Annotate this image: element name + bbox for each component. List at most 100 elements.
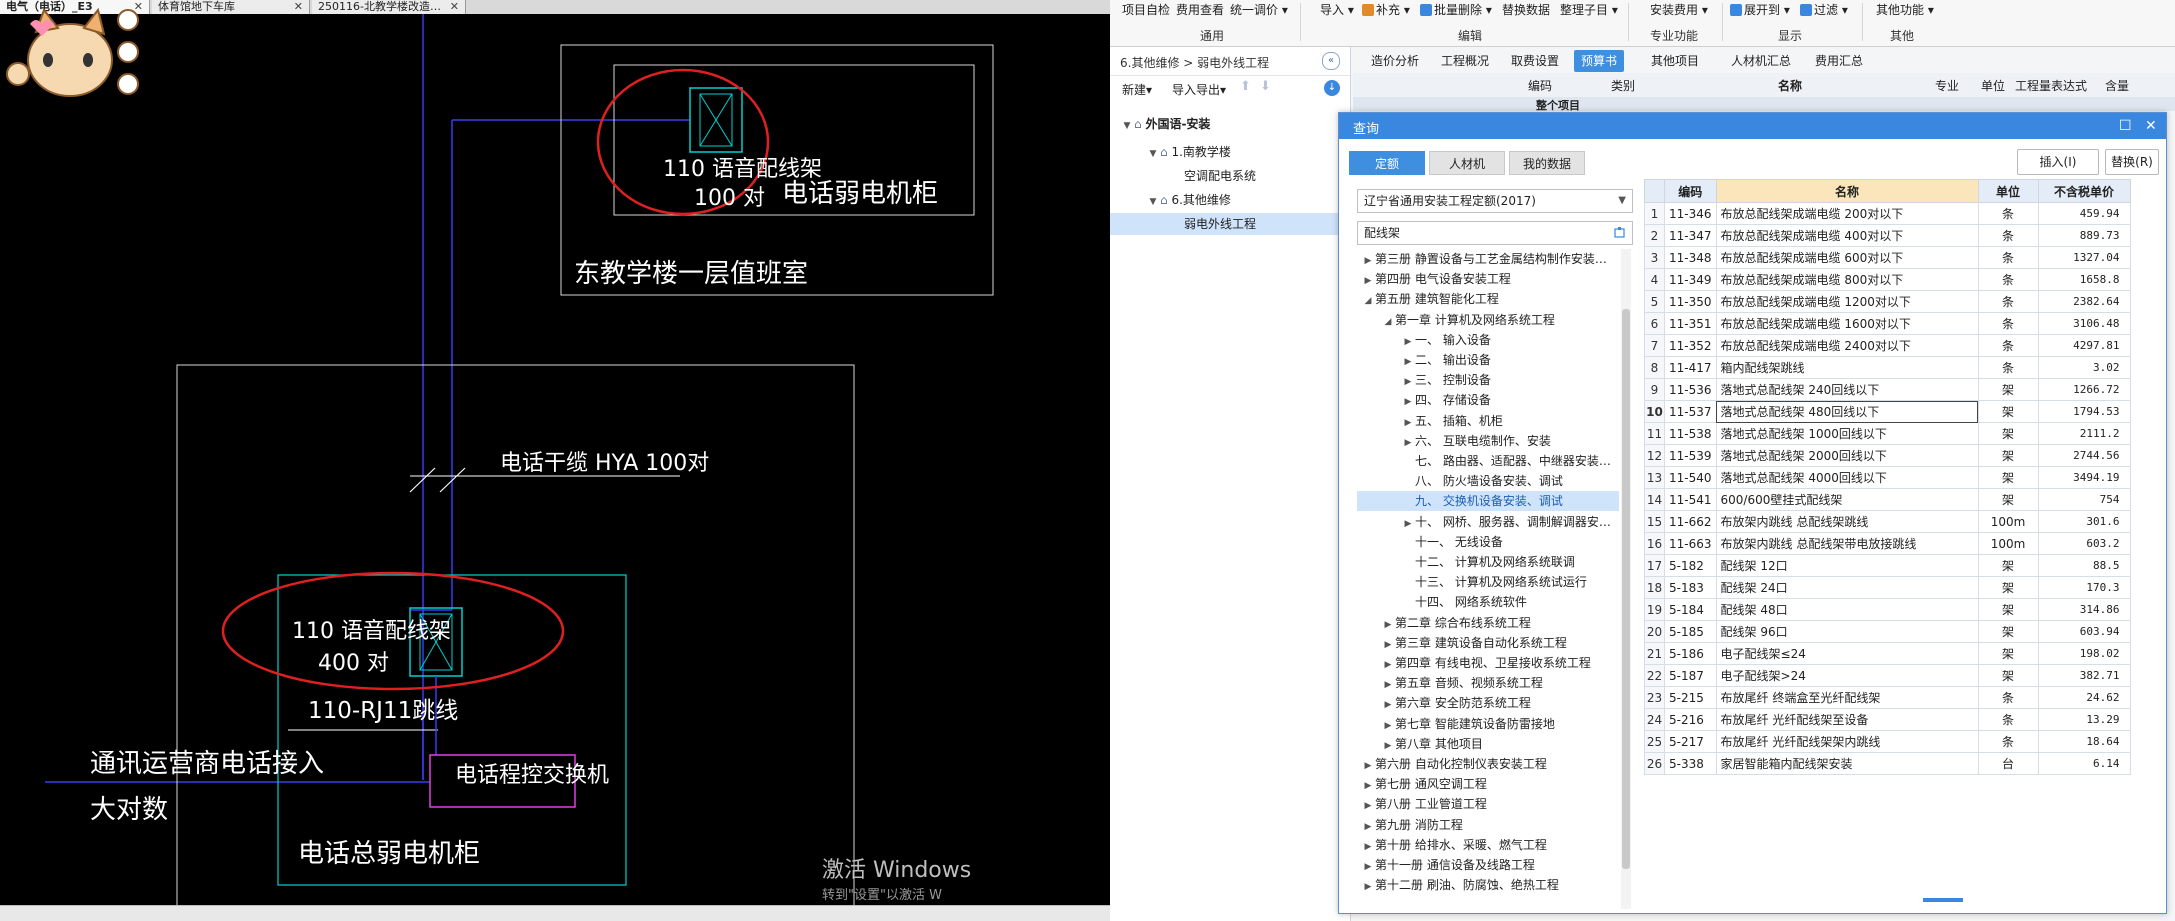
chevron-right-icon[interactable]: ▶ [1401,413,1415,431]
chevron-right-icon[interactable]: ▶ [1381,695,1395,713]
tree-node[interactable]: ▶ 第二章 综合布线系统工程 [1357,613,1619,633]
horizontal-scrollbar[interactable] [0,905,1110,921]
dialog-titlebar[interactable]: 查询 ☐ ✕ [1339,113,2166,139]
tree-item-root[interactable]: ▼ ⌂ 外国语-安装 [1110,113,1360,135]
chevron-right-icon[interactable]: ▶ [1361,271,1375,289]
tab-other-items[interactable]: 其他项目 [1644,50,1706,72]
tab-project-overview[interactable]: 工程概况 [1434,50,1496,72]
chevron-right-icon[interactable]: ▶ [1361,857,1375,875]
chevron-down-icon[interactable]: ▼ [1120,115,1134,137]
ribbon-expand-to[interactable]: 展开到 ▾ [1730,1,1790,18]
table-row[interactable]: 1 11-346 布放总配线架成端电缆 200对以下条 459.94 [1644,202,2131,225]
arrow-up-icon[interactable]: ⬆ [1240,79,1251,94]
chevron-right-icon[interactable]: ▶ [1361,796,1375,814]
grid-col-expression[interactable]: 工程量表达式 [2015,77,2087,94]
download-icon[interactable]: ↓ [1324,80,1340,96]
chevron-right-icon[interactable]: ▶ [1381,716,1395,734]
chevron-right-icon[interactable]: ▶ [1361,817,1375,835]
table-row[interactable]: 19 5-184 配线架 48口架 314.86 [1644,598,2131,621]
table-row[interactable]: 3 11-348 布放总配线架成端电缆 600对以下条 1327.04 [1644,246,2131,269]
grid-first-row[interactable]: 整个项目 [1353,97,2175,112]
chevron-right-icon[interactable]: ▶ [1361,251,1375,269]
ribbon-organize[interactable]: 整理子目 ▾ [1560,1,1618,18]
tree-node[interactable]: ▶ 一、 输入设备 [1357,330,1619,350]
table-row[interactable]: 7 11-352 布放总配线架成端电缆 2400对以下条 4297.81 [1644,334,2131,357]
tree-node[interactable]: 十四、 网络系统软件 [1357,592,1619,612]
tree-node[interactable]: 十三、 计算机及网络系统试运行 [1357,572,1619,592]
tree-node[interactable]: 七、 路由器、适配器、中继器安装… [1357,451,1619,471]
tree-node[interactable]: ▶ 六、 互联电缆制作、安装 [1357,431,1619,451]
table-row[interactable]: 5 11-350 布放总配线架成端电缆 1200对以下条 2382.64 [1644,290,2131,313]
grid-col-type[interactable]: 类别 [1611,77,1635,94]
col-name[interactable]: 名称 [1715,179,1979,203]
tab-fee-settings[interactable]: 取费设置 [1504,50,1566,72]
ribbon-replace-data[interactable]: 替换数据 [1502,1,1550,18]
table-row[interactable]: 21 5-186 电子配线架≤24 架 198.02 [1644,642,2131,665]
col-price[interactable]: 不含税单价 [2037,179,2131,203]
table-row[interactable]: 23 5-215 布放尾纤 终端盒至光纤配线架条 24.62 [1644,686,2131,709]
tree-node[interactable]: 十二、 计算机及网络系统联调 [1357,552,1619,572]
new-button[interactable]: 新建▾ [1122,81,1152,98]
cad-canvas[interactable]: 110 语音配线架 100 对 电话弱电机柜 东教学楼一层值班室 电话干缆 HY… [0,0,1110,921]
tree-node[interactable]: ▶ 第七章 智能建筑设备防雷接地 [1357,714,1619,734]
tree-node[interactable]: 十一、 无线设备 [1357,532,1619,552]
chevron-right-icon[interactable]: ▶ [1401,352,1415,370]
tree-node[interactable]: ▶ 四、 存储设备 [1357,390,1619,410]
chevron-right-icon[interactable]: ▶ [1381,675,1395,693]
ribbon-unified-adjust[interactable]: 统一调价 ▾ [1230,1,1288,18]
chevron-right-icon[interactable]: ▶ [1381,736,1395,754]
table-row[interactable]: 15 11-662 布放架内跳线 总配线架跳线 100m 301.6 [1644,510,2131,533]
chevron-right-icon[interactable]: ▶ [1361,756,1375,774]
table-row[interactable]: 12 11-539 落地式总配线架 2000回线以下架 2744.56 [1644,444,2131,467]
table-row[interactable]: 14 11-541 600/600壁挂式配线架架 754 [1644,488,2131,511]
table-scroll-indicator[interactable] [1923,898,1963,902]
tree-node[interactable]: ▶ 三、 控制设备 [1357,370,1619,390]
col-unit[interactable]: 单位 [1977,179,2039,203]
tree-scrollbar[interactable] [1621,249,1631,909]
chevron-down-icon[interactable]: ◢ [1381,312,1395,330]
quota-library-select[interactable]: 辽宁省通用安装工程定额(2017) ▼ [1357,189,1633,213]
table-row[interactable]: 22 5-187 电子配线架>24 架 382.71 [1644,664,2131,687]
table-row[interactable]: 17 5-182 配线架 12口架 88.5 [1644,554,2131,577]
close-icon[interactable]: ✕ [450,0,459,14]
ribbon-import[interactable]: 导入 ▾ [1320,1,1354,18]
ribbon-other-functions[interactable]: 其他功能 ▾ [1876,1,1934,18]
chevron-right-icon[interactable]: ▶ [1401,392,1415,410]
tab-fee-summary[interactable]: 费用汇总 [1808,50,1870,72]
tab-labor-material[interactable]: 人材机 [1429,151,1505,175]
table-row[interactable]: 4 11-349 布放总配线架成端电缆 800对以下条 1658.8 [1644,268,2131,291]
chevron-right-icon[interactable]: ▶ [1381,635,1395,653]
replace-button[interactable]: 替换(R) [2105,149,2159,175]
tree-node[interactable]: ▶ 二、 输出设备 [1357,350,1619,370]
table-row[interactable]: 25 5-217 布放尾纤 光纤配线架架内跳线条 18.64 [1644,730,2131,753]
close-icon[interactable]: ✕ [2145,118,2157,134]
tree-node[interactable]: ▶ 第三册 静置设备与工艺金属结构制作安装… [1357,249,1619,269]
tab-cost-analysis[interactable]: 造价分析 [1364,50,1426,72]
table-row[interactable]: 8 11-417 箱内配线架跳线条 3.02 [1644,356,2131,379]
table-row[interactable]: 13 11-540 落地式总配线架 4000回线以下架 3494.19 [1644,466,2131,489]
tree-node[interactable]: ▶ 第四册 电气设备安装工程 [1357,269,1619,289]
table-row[interactable]: 20 5-185 配线架 96口架 603.94 [1644,620,2131,643]
tree-node[interactable]: ▶ 第十二册 刷油、防腐蚀、绝热工程 [1357,875,1619,895]
tree-node[interactable]: ◢ 第一章 计算机及网络系统工程 [1357,310,1619,330]
table-row[interactable]: 9 11-536 落地式总配线架 240回线以下架 1266.72 [1644,378,2131,401]
search-icon[interactable] [1614,226,1626,238]
ribbon-filter[interactable]: 过滤 ▾ [1800,1,1848,18]
table-row[interactable]: 26 5-338 家居智能箱内配线架安装台 6.14 [1644,752,2131,775]
table-row[interactable]: 16 11-663 布放架内跳线 总配线架带电放接跳线 100m 603.2 [1644,532,2131,555]
tab-my-data[interactable]: 我的数据 [1509,151,1585,175]
import-export-button[interactable]: 导入导出▾ [1172,81,1226,98]
table-row[interactable]: 11 11-538 落地式总配线架 1000回线以下架 2111.2 [1644,422,2131,445]
tree-node[interactable]: ◢ 第五册 建筑智能化工程 [1357,289,1619,309]
chevron-right-icon[interactable]: ▶ [1401,514,1415,532]
ribbon-supplement[interactable]: 补充 ▾ [1362,1,1410,18]
cad-drawing-view[interactable]: 110 语音配线架 100 对 电话弱电机柜 东教学楼一层值班室 电话干缆 HY… [0,0,1110,921]
maximize-icon[interactable]: ☐ [2119,118,2132,134]
tab-quota[interactable]: 定额 [1349,151,1425,175]
tree-node[interactable]: 九、 交换机设备安装、调试 [1357,491,1619,512]
chevron-right-icon[interactable]: ▶ [1361,776,1375,794]
ribbon-project-check[interactable]: 项目自检 [1122,1,1170,18]
tab-budget[interactable]: 预算书 [1574,50,1625,72]
search-input[interactable]: 配线架 [1357,221,1633,245]
chevron-down-icon[interactable]: ▼ [1146,143,1160,165]
